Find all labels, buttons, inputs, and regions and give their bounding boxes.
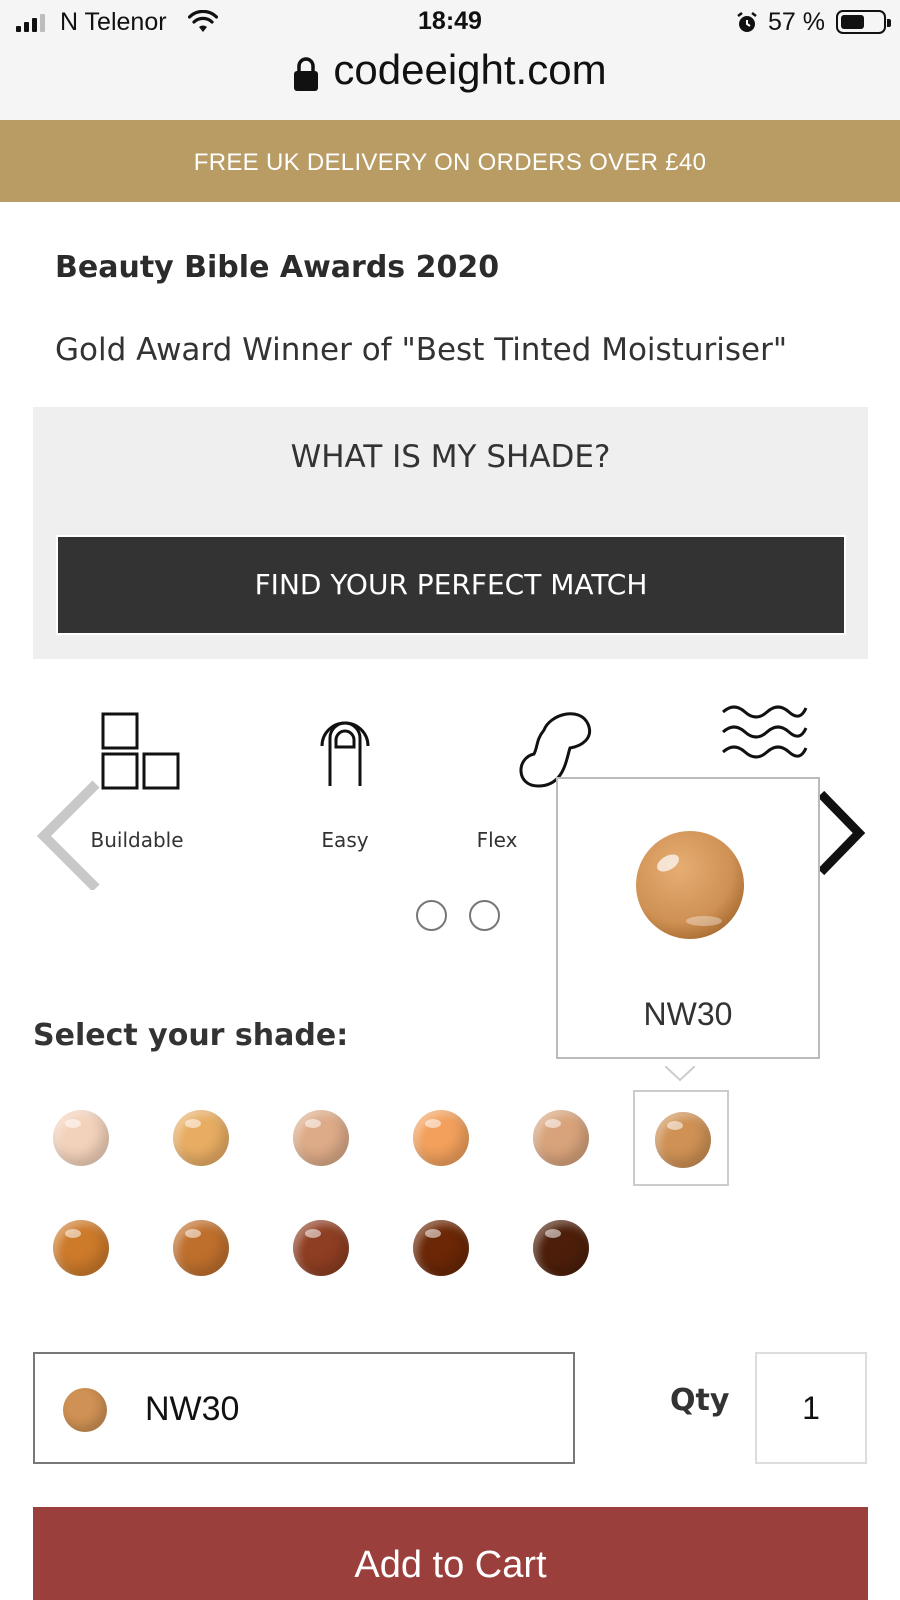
shade-swatch[interactable] [393,1200,489,1296]
shade-swatch-color [173,1220,229,1276]
add-to-cart-button[interactable]: Add to Cart [33,1507,868,1600]
address-bar[interactable]: codeeight.com [0,44,900,120]
lock-icon [294,57,319,91]
waves-icon [721,705,808,759]
shade-swatch-color [53,1220,109,1276]
shade-swatch-color [53,1110,109,1166]
award-text: Gold Award Winner of "Best Tinted Moistu… [55,332,788,368]
battery-percent: 57 % [768,8,825,36]
promo-banner: FREE UK DELIVERY ON ORDERS OVER £40 [0,120,900,202]
shade-swatch[interactable] [153,1090,249,1186]
tooltip-caret-icon [665,1066,695,1082]
shade-swatch-color [293,1220,349,1276]
tooltip-swatch [634,829,746,941]
shade-swatch[interactable] [273,1200,369,1296]
shade-swatch[interactable] [513,1200,609,1296]
carousel-prev-icon[interactable] [36,780,102,890]
status-time: 18:49 [418,7,482,35]
squares-icon [101,712,180,790]
shade-swatch[interactable] [393,1090,489,1186]
shade-swatch[interactable] [33,1090,129,1186]
feature-buildable: Buildable [52,700,222,852]
shade-swatch[interactable] [273,1090,369,1186]
shade-swatch-color [413,1220,469,1276]
promo-text: FREE UK DELIVERY ON ORDERS OVER £40 [193,149,707,176]
page-url: codeeight.com [333,46,607,93]
selected-shade-field[interactable]: NW30 [33,1352,575,1464]
shade-swatch[interactable] [33,1200,129,1296]
award-title: Beauty Bible Awards 2020 [55,250,500,285]
shade-swatch[interactable] [153,1200,249,1296]
alarm-icon [737,12,757,32]
finger-icon [320,721,370,786]
feature-label: Easy [321,828,369,852]
shade-finder-question: WHAT IS MY SHADE? [290,439,611,475]
shade-swatch-color [293,1110,349,1166]
qty-label: Qty [670,1383,730,1418]
shade-swatch-color [173,1110,229,1166]
carousel-dot[interactable] [469,900,500,931]
carousel-dot[interactable] [416,900,447,931]
shade-finder-panel: WHAT IS MY SHADE? FIND YOUR PERFECT MATC… [33,407,868,659]
shade-swatch-color [655,1112,711,1168]
feature-waves [678,700,848,770]
tooltip-shade-name: NW30 [643,996,733,1032]
shade-swatch[interactable] [513,1090,609,1186]
select-shade-label: Select your shade: [33,1018,349,1053]
carousel-next-icon[interactable] [815,790,865,876]
shade-tooltip: NW30 [556,777,820,1059]
qty-input[interactable]: 1 [755,1352,867,1464]
selected-shade-value: NW30 [145,1390,240,1428]
feature-easy: Easy [260,700,430,852]
shade-swatch-color [533,1110,589,1166]
find-match-button[interactable]: FIND YOUR PERFECT MATCH [56,535,846,635]
shade-swatch-color [413,1110,469,1166]
shade-swatch-color [533,1220,589,1276]
status-bar: N Telenor 18:49 57 % [0,0,900,44]
selected-shade-swatch [63,1388,107,1432]
battery-icon [836,10,891,34]
shade-swatch[interactable] [633,1090,729,1186]
